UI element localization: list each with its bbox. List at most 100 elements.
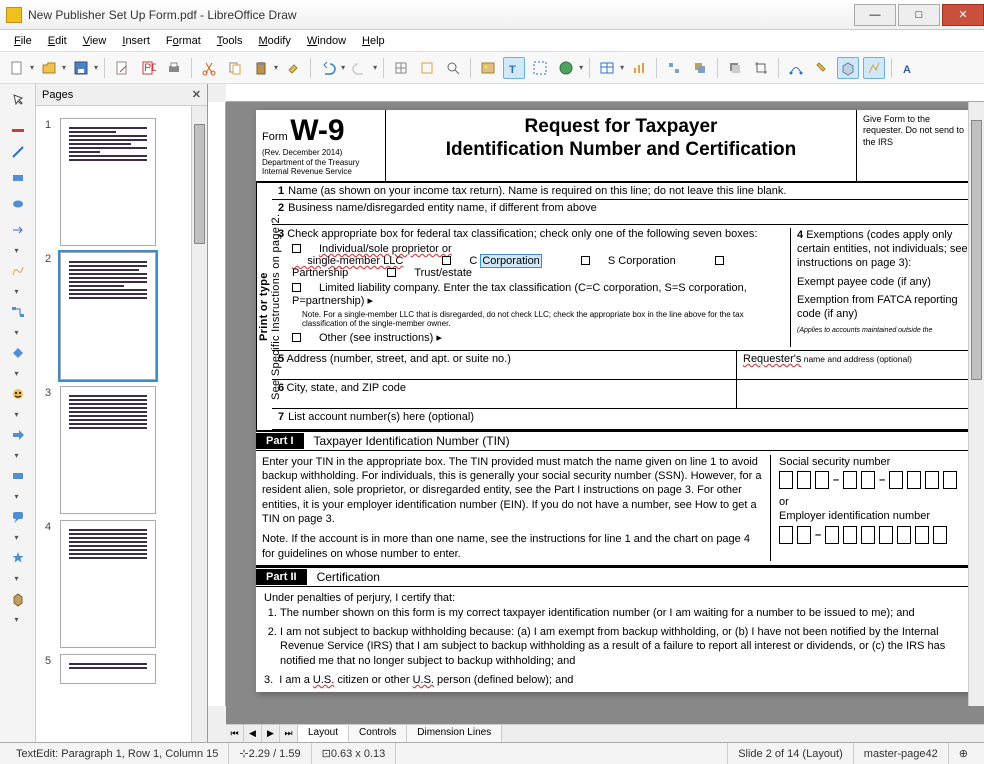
menubar: File Edit View Insert Format Tools Modif… [0, 30, 984, 52]
grid-icon[interactable] [390, 57, 412, 79]
vertical-ruler[interactable] [208, 102, 226, 706]
menu-modify[interactable]: Modify [252, 33, 296, 49]
form-title-2: Identification Number and Certification [392, 139, 850, 162]
chart-icon[interactable] [628, 57, 650, 79]
insert-box-icon[interactable] [529, 57, 551, 79]
page-thumb-5[interactable]: 5 [60, 654, 156, 684]
horizontal-scrollbar[interactable] [502, 725, 984, 742]
menu-format[interactable]: Format [160, 33, 207, 49]
symbol-shapes-icon[interactable] [6, 384, 30, 404]
glue-icon[interactable] [811, 57, 833, 79]
minimize-button[interactable]: — [854, 4, 896, 26]
callout-icon[interactable] [6, 507, 30, 527]
status-pos: ⊹ 2.29 / 1.59 [229, 743, 311, 764]
pages-scrollbar[interactable] [191, 106, 207, 742]
close-panel-icon[interactable]: ✕ [192, 88, 201, 101]
open-icon[interactable] [38, 57, 60, 79]
block-arrows-icon[interactable] [6, 425, 30, 445]
rect-tool-icon[interactable] [6, 168, 30, 188]
page-thumb-3[interactable]: 3 [60, 386, 156, 514]
line-color-icon[interactable] [6, 116, 30, 136]
fontwork-icon[interactable]: A [898, 57, 920, 79]
maximize-button[interactable]: □ [898, 4, 940, 26]
table-icon[interactable] [596, 57, 618, 79]
field-line1: 1Name (as shown on your income tax retur… [272, 183, 976, 200]
edit-file-icon[interactable] [111, 57, 133, 79]
side-instruction: Print or typeSee Specific Instructions o… [256, 183, 272, 430]
tab-layout[interactable]: Layout [298, 725, 349, 742]
shadow-icon[interactable] [724, 57, 746, 79]
new-icon[interactable] [6, 57, 28, 79]
page-thumb-1[interactable]: 1 [60, 118, 156, 246]
app-icon [6, 7, 22, 23]
part2-header: Part II Certification [256, 566, 976, 587]
prev-tab-button[interactable]: ◀ [244, 725, 262, 742]
menu-file[interactable]: File [8, 33, 38, 49]
paste-icon[interactable] [250, 57, 272, 79]
form-rev: (Rev. December 2014) [262, 148, 379, 158]
menu-window[interactable]: Window [301, 33, 352, 49]
select-tool-icon[interactable] [6, 90, 30, 110]
stars-icon[interactable] [6, 548, 30, 568]
print-icon[interactable] [163, 57, 185, 79]
titlebar: New Publisher Set Up Form.pdf - LibreOff… [0, 0, 984, 30]
last-tab-button[interactable]: ⏭ [280, 725, 298, 742]
zoom-icon[interactable] [442, 57, 464, 79]
horizontal-ruler[interactable] [226, 84, 984, 102]
vertical-scrollbar[interactable] [968, 102, 984, 706]
close-button[interactable]: ✕ [942, 4, 984, 26]
document-page[interactable]: Form W-9 (Rev. December 2014) Department… [256, 110, 976, 692]
arrow-tool-icon[interactable] [6, 220, 30, 240]
part1-header: Part I Taxpayer Identification Number (T… [256, 430, 976, 451]
draw-functions-icon[interactable] [863, 57, 885, 79]
line-tool-icon[interactable] [6, 142, 30, 162]
helplines-icon[interactable] [416, 57, 438, 79]
status-master: master-page42 [854, 743, 949, 764]
next-tab-button[interactable]: ▶ [262, 725, 280, 742]
menu-view[interactable]: View [77, 33, 113, 49]
curve-edit-icon[interactable] [785, 57, 807, 79]
svg-text:PDF: PDF [144, 62, 156, 74]
export-pdf-icon[interactable]: PDF [137, 57, 159, 79]
tab-dimension[interactable]: Dimension Lines [407, 725, 502, 742]
menu-help[interactable]: Help [356, 33, 391, 49]
hyperlink-icon[interactable] [555, 57, 577, 79]
tab-bar: ⏮ ◀ ▶ ⏭ Layout Controls Dimension Lines [226, 724, 984, 742]
copy-icon[interactable] [224, 57, 246, 79]
ellipse-tool-icon[interactable] [6, 194, 30, 214]
left-toolbar: ▾ ▾ ▾ ▾ ▾ ▾ ▾ ▾ ▾ ▾ [0, 84, 36, 742]
flowchart-icon[interactable] [6, 466, 30, 486]
extrusion-icon[interactable] [837, 57, 859, 79]
arrange-icon[interactable] [689, 57, 711, 79]
basic-shapes-icon[interactable] [6, 343, 30, 363]
align-icon[interactable] [663, 57, 685, 79]
undo-icon[interactable] [317, 57, 339, 79]
menu-tools[interactable]: Tools [211, 33, 249, 49]
page-thumb-4[interactable]: 4 [60, 520, 156, 648]
field-line7: 7List account number(s) here (optional) [272, 409, 976, 430]
canvas[interactable]: Form W-9 (Rev. December 2014) Department… [226, 102, 984, 724]
menu-insert[interactable]: Insert [116, 33, 156, 49]
tab-controls[interactable]: Controls [349, 725, 407, 742]
form-dept: Department of the Treasury [262, 158, 379, 168]
canvas-area: Form W-9 (Rev. December 2014) Department… [208, 84, 984, 742]
fit-page-icon[interactable]: ⊕ [949, 743, 978, 764]
clone-format-icon[interactable] [282, 57, 304, 79]
svg-text:A: A [903, 64, 911, 76]
redo-icon[interactable] [349, 57, 371, 79]
selected-text[interactable]: Corporation [480, 254, 541, 268]
toolbar: ▾ ▾ ▾ PDF ▾ ▾ ▾ T ▾ ▾ A [0, 52, 984, 84]
cut-icon[interactable] [198, 57, 220, 79]
status-slide: Slide 2 of 14 (Layout) [728, 743, 854, 764]
form-irs: Internal Revenue Service [262, 167, 379, 177]
crop-icon[interactable] [750, 57, 772, 79]
page-thumb-2[interactable]: 2 [60, 252, 156, 380]
first-tab-button[interactable]: ⏮ [226, 725, 244, 742]
image-icon[interactable] [477, 57, 499, 79]
curve-tool-icon[interactable] [6, 261, 30, 281]
menu-edit[interactable]: Edit [42, 33, 73, 49]
save-icon[interactable] [70, 57, 92, 79]
connector-tool-icon[interactable] [6, 302, 30, 322]
3d-icon[interactable] [6, 589, 30, 609]
textbox-icon[interactable]: T [503, 57, 525, 79]
